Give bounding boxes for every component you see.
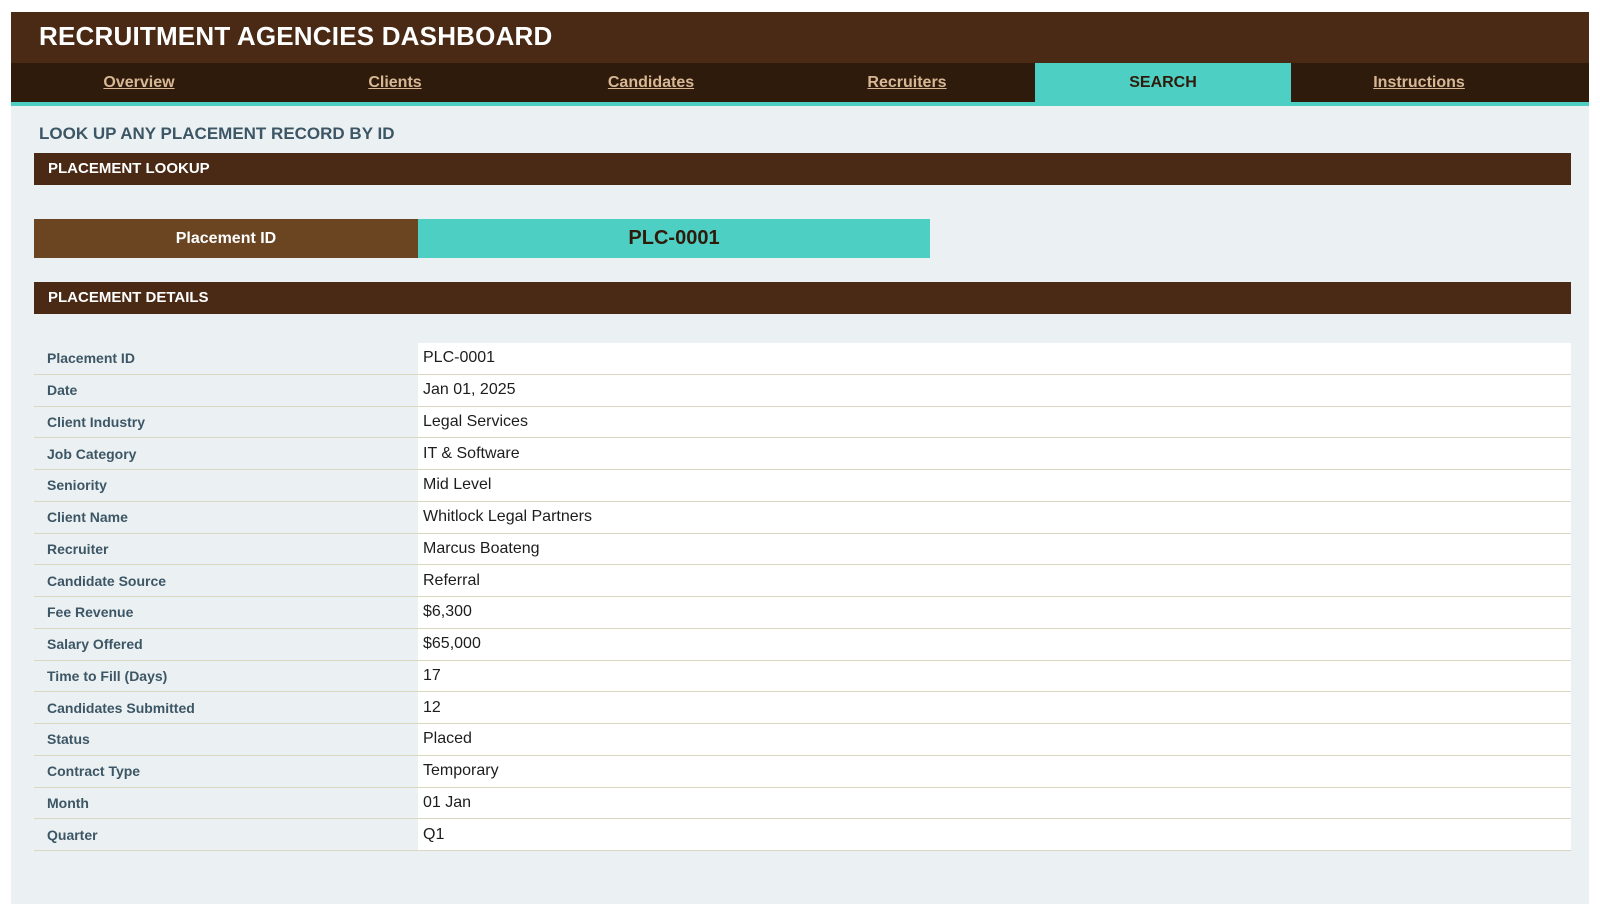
detail-label: Status <box>34 724 418 755</box>
detail-label: Month <box>34 787 418 819</box>
detail-value: Placed <box>418 724 1571 755</box>
detail-value: Mid Level <box>418 470 1571 501</box>
detail-row-recruiter: Recruiter Marcus Boateng <box>34 533 1571 566</box>
detail-label: Date <box>34 374 418 406</box>
detail-label: Contract Type <box>34 755 418 787</box>
detail-value: 17 <box>418 660 1571 692</box>
detail-row-candidates-submitted: Candidates Submitted 12 <box>34 692 1571 724</box>
detail-label: Job Category <box>34 438 418 469</box>
detail-value: Q1 <box>418 819 1571 850</box>
title-bar: RECRUITMENT AGENCIES DASHBOARD <box>11 12 1589 63</box>
placement-id-input[interactable] <box>418 219 930 258</box>
detail-value: $6,300 <box>418 597 1571 628</box>
detail-value: Marcus Boateng <box>418 533 1571 565</box>
detail-label: Client Name <box>34 501 418 533</box>
detail-row-placement-id: Placement ID PLC-0001 <box>34 343 1571 375</box>
detail-value: 01 Jan <box>418 787 1571 819</box>
detail-label: Client Industry <box>34 406 418 438</box>
tab-instructions[interactable]: Instructions <box>1291 63 1547 102</box>
detail-label: Candidates Submitted <box>34 692 418 723</box>
lookup-section-header: PLACEMENT LOOKUP <box>34 153 1571 185</box>
detail-row-salary-offered: Salary Offered $65,000 <box>34 628 1571 661</box>
detail-value: Referral <box>418 565 1571 596</box>
detail-label: Placement ID <box>34 343 418 374</box>
detail-label: Seniority <box>34 470 418 501</box>
detail-value: IT & Software <box>418 438 1571 469</box>
detail-row-time-to-fill: Time to Fill (Days) 17 <box>34 660 1571 693</box>
placement-id-label: Placement ID <box>34 219 418 258</box>
dashboard-title: RECRUITMENT AGENCIES DASHBOARD <box>39 21 553 51</box>
detail-label: Quarter <box>34 819 418 850</box>
tab-search[interactable]: SEARCH <box>1035 63 1291 102</box>
detail-value: Legal Services <box>418 406 1571 438</box>
tab-candidates[interactable]: Candidates <box>523 63 779 102</box>
detail-value: Jan 01, 2025 <box>418 374 1571 406</box>
detail-row-seniority: Seniority Mid Level <box>34 470 1571 502</box>
detail-row-client-industry: Client Industry Legal Services <box>34 406 1571 439</box>
detail-row-client-name: Client Name Whitlock Legal Partners <box>34 501 1571 534</box>
detail-label: Fee Revenue <box>34 597 418 628</box>
detail-value: Whitlock Legal Partners <box>418 501 1571 533</box>
tab-overview[interactable]: Overview <box>11 63 267 102</box>
detail-row-date: Date Jan 01, 2025 <box>34 374 1571 407</box>
placement-details-table: Placement ID PLC-0001 Date Jan 01, 2025 … <box>34 343 1571 851</box>
detail-row-job-category: Job Category IT & Software <box>34 438 1571 470</box>
detail-row-candidate-source: Candidate Source Referral <box>34 565 1571 597</box>
detail-value: Temporary <box>418 755 1571 787</box>
detail-value: $65,000 <box>418 628 1571 660</box>
tab-recruiters[interactable]: Recruiters <box>779 63 1035 102</box>
tab-clients[interactable]: Clients <box>267 63 523 102</box>
nav-tabs: Overview Clients Candidates Recruiters S… <box>11 63 1589 102</box>
detail-row-status: Status Placed <box>34 724 1571 756</box>
details-section-header: PLACEMENT DETAILS <box>34 282 1571 314</box>
nav-underline <box>11 102 1589 106</box>
detail-label: Time to Fill (Days) <box>34 660 418 692</box>
detail-value: 12 <box>418 692 1571 723</box>
detail-row-quarter: Quarter Q1 <box>34 819 1571 851</box>
page-subtitle: LOOK UP ANY PLACEMENT RECORD BY ID <box>39 124 395 143</box>
detail-label: Salary Offered <box>34 628 418 660</box>
dashboard-sheet: RECRUITMENT AGENCIES DASHBOARD Overview … <box>11 12 1589 904</box>
detail-label: Candidate Source <box>34 565 418 596</box>
detail-label: Recruiter <box>34 533 418 565</box>
detail-row-fee-revenue: Fee Revenue $6,300 <box>34 597 1571 629</box>
detail-row-month: Month 01 Jan <box>34 787 1571 820</box>
detail-row-contract-type: Contract Type Temporary <box>34 755 1571 788</box>
detail-value: PLC-0001 <box>418 343 1571 374</box>
